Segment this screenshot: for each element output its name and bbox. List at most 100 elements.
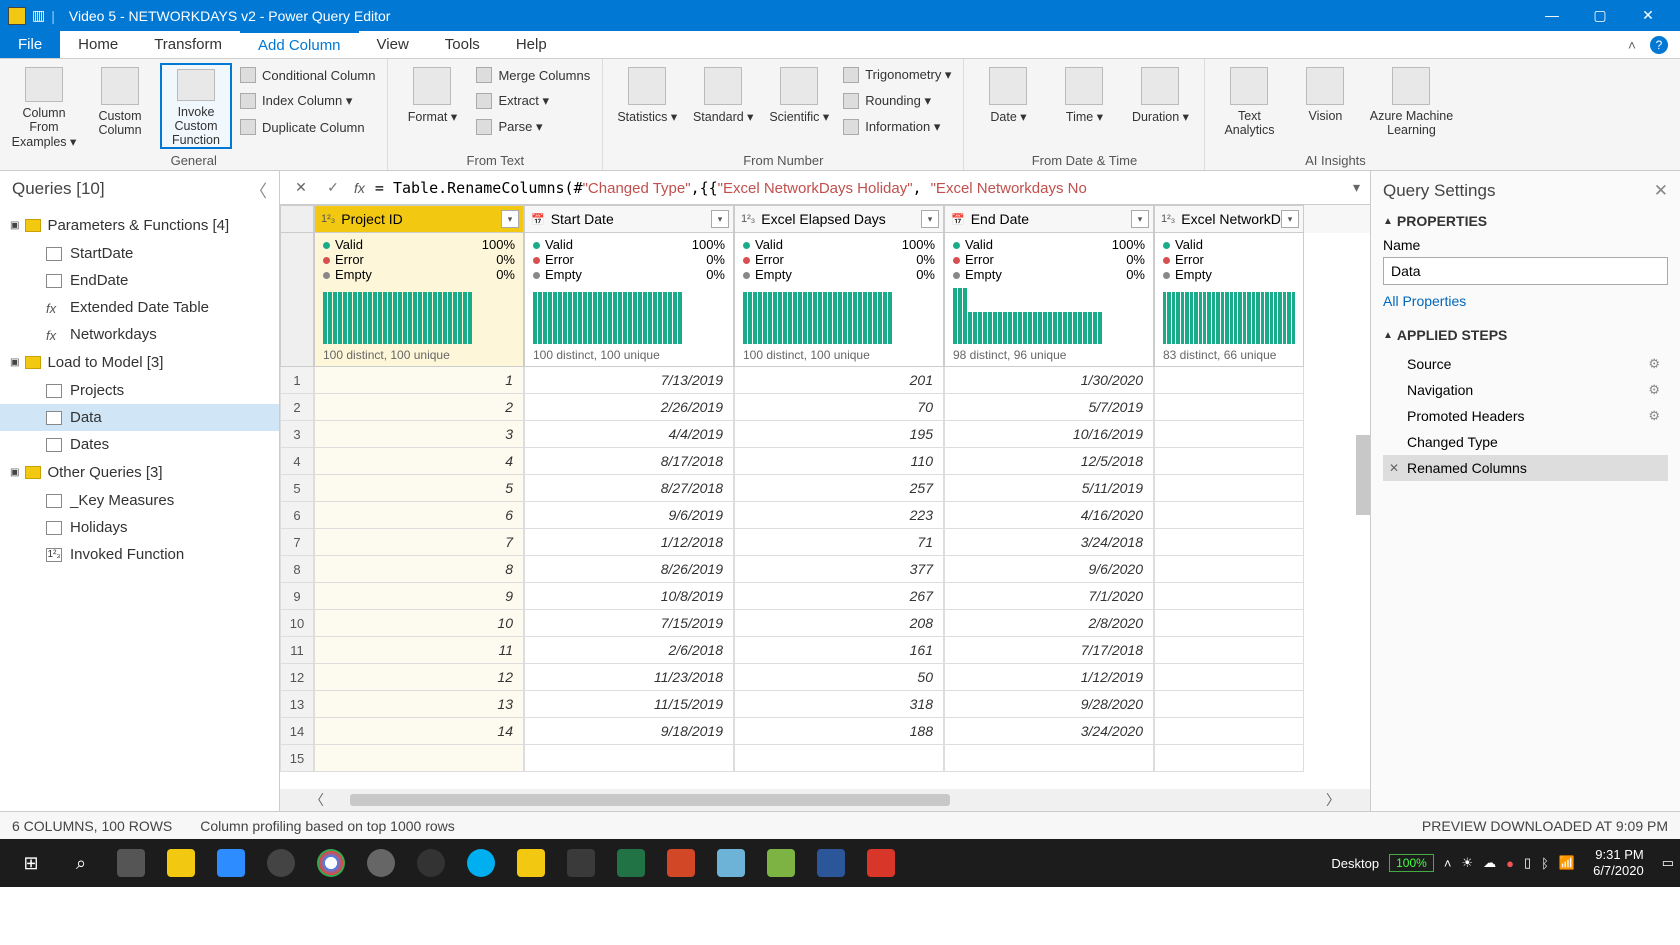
taskbar-app4[interactable] [406,843,456,883]
column-header[interactable]: 📅Start Date▾ [524,205,734,233]
table-row[interactable]: 121211/23/2018501/12/2019 [280,664,1370,691]
taskbar-chrome[interactable] [306,843,356,883]
table-row[interactable]: 9910/8/20192677/1/2020 [280,583,1370,610]
gear-icon[interactable]: ⚙ [1648,356,1660,372]
conditional-column-button[interactable]: Conditional Column [236,63,379,87]
taskbar-skype[interactable] [456,843,506,883]
table-row[interactable]: 14149/18/20191883/24/2020 [280,718,1370,745]
table-row[interactable]: 15 [280,745,1370,772]
query-group[interactable]: ▣Load to Model [3] [0,348,279,377]
collapse-ribbon-icon[interactable]: ˄ [1628,37,1636,53]
table-row[interactable]: 669/6/20192234/16/2020 [280,502,1370,529]
query-item[interactable]: fxNetworkdays [0,321,279,348]
applied-step[interactable]: ✕Renamed Columns [1383,455,1668,481]
taskbar-zoom[interactable] [206,843,256,883]
tab-help[interactable]: Help [498,31,565,58]
maximize-button[interactable]: ▢ [1576,7,1624,24]
query-item[interactable]: _Key Measures [0,487,279,514]
tab-file[interactable]: File [0,31,60,58]
collapse-queries-icon[interactable]: 〈 [250,177,267,202]
parse-button[interactable]: Parse ▾ [472,115,594,139]
merge-columns-button[interactable]: Merge Columns [472,63,594,87]
tab-home[interactable]: Home [60,31,136,58]
table-row[interactable]: 558/27/20182575/11/2019 [280,475,1370,502]
taskbar-camtasia[interactable] [756,843,806,883]
table-row[interactable]: 448/17/201811012/5/2018 [280,448,1370,475]
column-header[interactable]: 1²₃Project ID▾ [314,205,524,233]
column-filter-icon[interactable]: ▾ [1131,210,1149,228]
tab-transform[interactable]: Transform [136,31,240,58]
taskbar-word[interactable] [806,843,856,883]
column-filter-icon[interactable]: ▾ [711,210,729,228]
taskbar-app3[interactable] [356,843,406,883]
table-row[interactable]: 888/26/20193779/6/2020 [280,556,1370,583]
horizontal-scrollbar[interactable]: 〈 〉 [280,789,1370,811]
column-filter-icon[interactable]: ▾ [501,210,519,228]
tray-usb-icon[interactable]: ▯ [1524,855,1531,871]
applied-step[interactable]: Promoted Headers⚙ [1383,403,1668,429]
statistics-button[interactable]: Statistics ▾ [611,63,683,149]
taskbar-powerpoint[interactable] [656,843,706,883]
battery-indicator[interactable]: 100% [1389,854,1434,872]
extract-button[interactable]: Extract ▾ [472,89,594,113]
format-button[interactable]: Format ▾ [396,63,468,149]
quickaccess-icon[interactable]: ▥ [32,7,45,24]
invoke-custom-function-button[interactable]: Invoke Custom Function [160,63,232,149]
taskbar-app5[interactable] [856,843,906,883]
column-filter-icon[interactable]: ▾ [1281,210,1299,228]
trigonometry-button[interactable]: Trigonometry ▾ [839,63,955,87]
table-row[interactable]: 334/4/201919510/16/2019 [280,421,1370,448]
search-button[interactable]: ⌕ [56,843,106,883]
column-header[interactable]: 📅End Date▾ [944,205,1154,233]
query-group[interactable]: ▣Other Queries [3] [0,458,279,487]
query-item[interactable]: Projects [0,377,279,404]
close-button[interactable]: ✕ [1624,7,1672,24]
column-from-examples-button[interactable]: Column From Examples ▾ [8,63,80,149]
table-row[interactable]: 11112/6/20181617/17/2018 [280,637,1370,664]
cancel-formula-icon[interactable]: ✕ [290,179,312,196]
clock[interactable]: 9:31 PM6/7/2020 [1585,847,1652,878]
custom-column-button[interactable]: Custom Column [84,63,156,149]
accept-formula-icon[interactable]: ✓ [322,179,344,196]
query-item[interactable]: EndDate [0,267,279,294]
table-row[interactable]: 117/13/20192011/30/2020 [280,367,1370,394]
tray-bluetooth-icon[interactable]: ᛒ [1541,856,1549,871]
vertical-scrollbar[interactable] [1356,435,1370,515]
information-button[interactable]: Information ▾ [839,115,955,139]
column-header[interactable]: 1²₃Excel Elapsed Days▾ [734,205,944,233]
query-item[interactable]: StartDate [0,240,279,267]
text-analytics-button[interactable]: Text Analytics [1213,63,1285,149]
start-button[interactable]: ⊞ [6,843,56,883]
date-button[interactable]: Date ▾ [972,63,1044,149]
table-row[interactable]: 131311/15/20193189/28/2020 [280,691,1370,718]
show-desktop-button[interactable]: Desktop [1331,856,1379,871]
tray-weather-icon[interactable]: ☀ [1461,855,1473,871]
standard-button[interactable]: Standard ▾ [687,63,759,149]
query-item[interactable]: Dates [0,431,279,458]
taskbar-notepad[interactable] [706,843,756,883]
applied-step[interactable]: Navigation⚙ [1383,377,1668,403]
column-header[interactable]: 1²₃Excel NetworkDay▾ [1154,205,1304,233]
minimize-button[interactable]: — [1528,7,1576,24]
tray-mic-icon[interactable]: ● [1506,856,1514,871]
taskbar-app2[interactable] [256,843,306,883]
scientific-button[interactable]: Scientific ▾ [763,63,835,149]
applied-step[interactable]: Changed Type [1383,429,1668,455]
query-group[interactable]: ▣Parameters & Functions [4] [0,211,279,240]
duration-button[interactable]: Duration ▾ [1124,63,1196,149]
taskbar-explorer[interactable] [156,843,206,883]
query-item[interactable]: Holidays [0,514,279,541]
formula-input[interactable]: = Table.RenameColumns(#"Changed Type",{{… [375,179,1343,197]
tab-view[interactable]: View [359,31,427,58]
tab-add-column[interactable]: Add Column [240,31,359,58]
table-row[interactable]: 10107/15/20192082/8/2020 [280,610,1370,637]
taskbar-snagit[interactable] [556,843,606,883]
index-column-button[interactable]: Index Column ▾ [236,89,379,113]
rounding-button[interactable]: Rounding ▾ [839,89,955,113]
notifications-icon[interactable]: ▭ [1662,855,1674,871]
applied-step[interactable]: Source⚙ [1383,351,1668,377]
tray-chevron-icon[interactable]: ˄ [1444,856,1452,871]
taskbar-excel[interactable] [606,843,656,883]
all-properties-link[interactable]: All Properties [1383,293,1668,309]
table-row[interactable]: 771/12/2018713/24/2018 [280,529,1370,556]
